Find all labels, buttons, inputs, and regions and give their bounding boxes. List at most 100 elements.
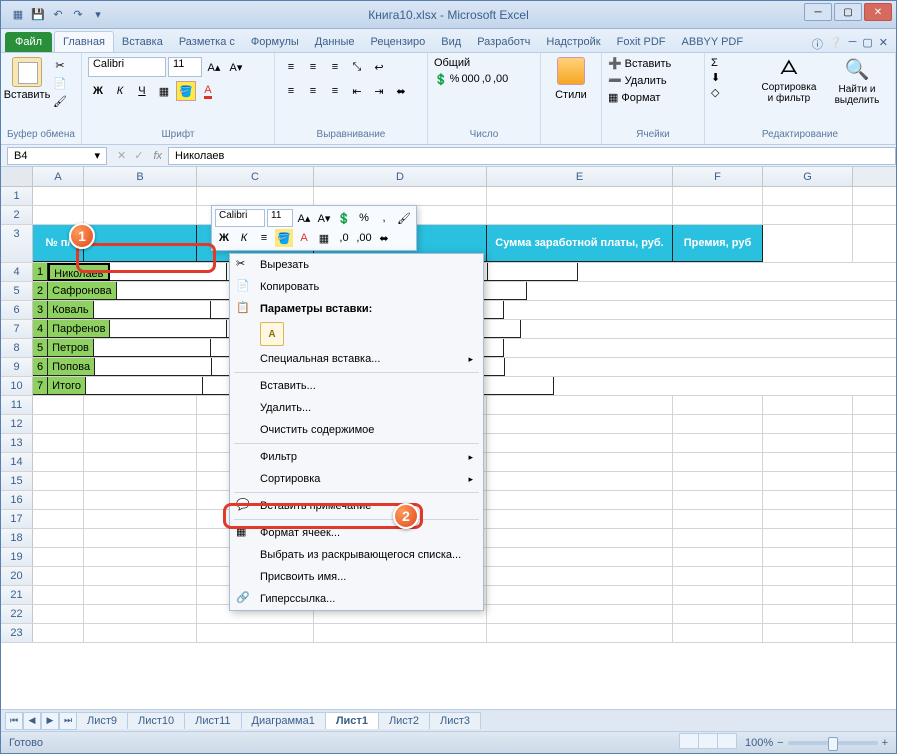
cell[interactable] — [84, 567, 197, 585]
row-header[interactable]: 18 — [1, 529, 33, 547]
cell[interactable]: 7 — [33, 377, 48, 395]
cell[interactable] — [673, 510, 763, 528]
cell[interactable] — [84, 491, 197, 509]
cell[interactable] — [487, 472, 673, 490]
tab-layout[interactable]: Разметка с — [171, 32, 243, 52]
cell[interactable] — [487, 529, 673, 547]
cell[interactable] — [314, 187, 487, 205]
fx-icon[interactable]: fx — [147, 150, 168, 162]
fill-icon[interactable]: ⬇ — [711, 71, 751, 84]
cell[interactable] — [84, 529, 197, 547]
mini-currency-icon[interactable]: 💲 — [335, 209, 353, 227]
confirm-formula-icon[interactable]: ✓ — [130, 149, 147, 162]
mini-shrink-font-icon[interactable]: A▾ — [315, 209, 333, 227]
styles-icon[interactable] — [557, 57, 585, 85]
orientation-icon[interactable]: ⤡ — [347, 57, 367, 77]
zoom-out-icon[interactable]: − — [777, 737, 783, 749]
ctx-hyperlink[interactable]: 🔗Гиперссылка... — [230, 588, 483, 610]
cell[interactable] — [33, 605, 84, 623]
row-header[interactable]: 11 — [1, 396, 33, 414]
qat-dropdown-icon[interactable]: ▾ — [89, 6, 107, 24]
col-header-E[interactable]: E — [487, 167, 673, 186]
cell[interactable] — [33, 624, 84, 642]
row-header[interactable]: 13 — [1, 434, 33, 452]
font-size-select[interactable]: 11 — [168, 57, 202, 77]
mini-font-color-icon[interactable]: А — [295, 229, 313, 247]
sheet-tab[interactable]: Лист3 — [429, 712, 481, 729]
cell[interactable] — [33, 529, 84, 547]
comma-icon[interactable]: 000 — [461, 73, 479, 86]
align-mid-icon[interactable]: ≡ — [303, 57, 323, 77]
cell[interactable] — [94, 339, 211, 357]
mini-percent-icon[interactable]: % — [355, 209, 373, 227]
cell[interactable] — [487, 396, 673, 414]
cell[interactable] — [673, 567, 763, 585]
cell[interactable] — [487, 491, 673, 509]
name-box[interactable]: B4▾ — [7, 147, 107, 165]
cell[interactable] — [487, 586, 673, 604]
ctx-cut[interactable]: ✂Вырезать — [230, 254, 483, 276]
cell[interactable] — [673, 415, 763, 433]
cell[interactable] — [33, 434, 84, 452]
cell[interactable] — [673, 586, 763, 604]
clear-icon[interactable]: ◇ — [711, 86, 751, 99]
row-header[interactable]: 14 — [1, 453, 33, 471]
cell[interactable]: Сафронова — [48, 282, 117, 300]
ctx-filter[interactable]: Фильтр▸ — [230, 446, 483, 468]
paste-button[interactable]: Вставить — [7, 57, 47, 127]
cell[interactable] — [84, 605, 197, 623]
mini-fill-color-icon[interactable]: 🪣 — [275, 229, 293, 247]
cell[interactable]: 4 — [33, 320, 48, 338]
cell[interactable] — [763, 510, 853, 528]
cell[interactable] — [84, 510, 197, 528]
cells-format-button[interactable]: ▦Формат — [608, 91, 698, 104]
tab-nav-first-icon[interactable]: ⏮ — [5, 712, 23, 730]
cell[interactable] — [314, 624, 487, 642]
cell[interactable] — [84, 453, 197, 471]
ctx-delete[interactable]: Удалить... — [230, 397, 483, 419]
indent-inc-icon[interactable]: ⇥ — [369, 81, 389, 101]
percent-icon[interactable]: % — [450, 73, 460, 86]
cell[interactable] — [487, 206, 673, 224]
mini-merge-icon[interactable]: ⬌ — [375, 229, 393, 247]
row-header[interactable]: 17 — [1, 510, 33, 528]
doc-close-icon[interactable]: ✕ — [879, 36, 888, 52]
mini-bold-button[interactable]: Ж — [215, 229, 233, 247]
cell[interactable] — [94, 301, 211, 319]
cell[interactable] — [84, 548, 197, 566]
cell[interactable] — [84, 415, 197, 433]
tab-insert[interactable]: Вставка — [114, 32, 171, 52]
row-header[interactable]: 2 — [1, 206, 33, 224]
paste-values-button[interactable]: А — [260, 322, 284, 346]
cell[interactable]: Петров — [48, 339, 94, 357]
ctx-define-name[interactable]: Присвоить имя... — [230, 566, 483, 588]
cell[interactable]: Попова — [48, 358, 95, 376]
cell[interactable] — [33, 206, 84, 224]
ctx-clear[interactable]: Очистить содержимое — [230, 419, 483, 441]
cell[interactable] — [673, 187, 763, 205]
italic-button[interactable]: К — [110, 81, 130, 101]
border-button[interactable]: ▦ — [154, 81, 174, 101]
cell[interactable]: Премия, руб — [673, 225, 763, 262]
cell[interactable] — [33, 472, 84, 490]
fill-color-button[interactable]: 🪣 — [176, 81, 196, 101]
inc-decimal-icon[interactable]: ,0 — [482, 73, 491, 86]
ctx-sort[interactable]: Сортировка▸ — [230, 468, 483, 490]
col-header-B[interactable]: B — [84, 167, 197, 186]
cell[interactable] — [763, 624, 853, 642]
zoom-slider[interactable] — [788, 741, 878, 745]
wrap-text-icon[interactable]: ↩ — [369, 57, 389, 77]
ctx-copy[interactable]: 📄Копировать — [230, 276, 483, 298]
cell[interactable] — [487, 548, 673, 566]
cell[interactable] — [673, 453, 763, 471]
cell[interactable] — [763, 529, 853, 547]
bold-button[interactable]: Ж — [88, 81, 108, 101]
cell[interactable] — [33, 586, 84, 604]
cell[interactable] — [84, 472, 197, 490]
tab-view[interactable]: Вид — [433, 32, 469, 52]
cell[interactable] — [673, 529, 763, 547]
autosum-icon[interactable]: Σ — [711, 57, 751, 69]
cell[interactable] — [84, 434, 197, 452]
mini-comma-icon[interactable]: , — [375, 209, 393, 227]
col-header-F[interactable]: F — [673, 167, 763, 186]
